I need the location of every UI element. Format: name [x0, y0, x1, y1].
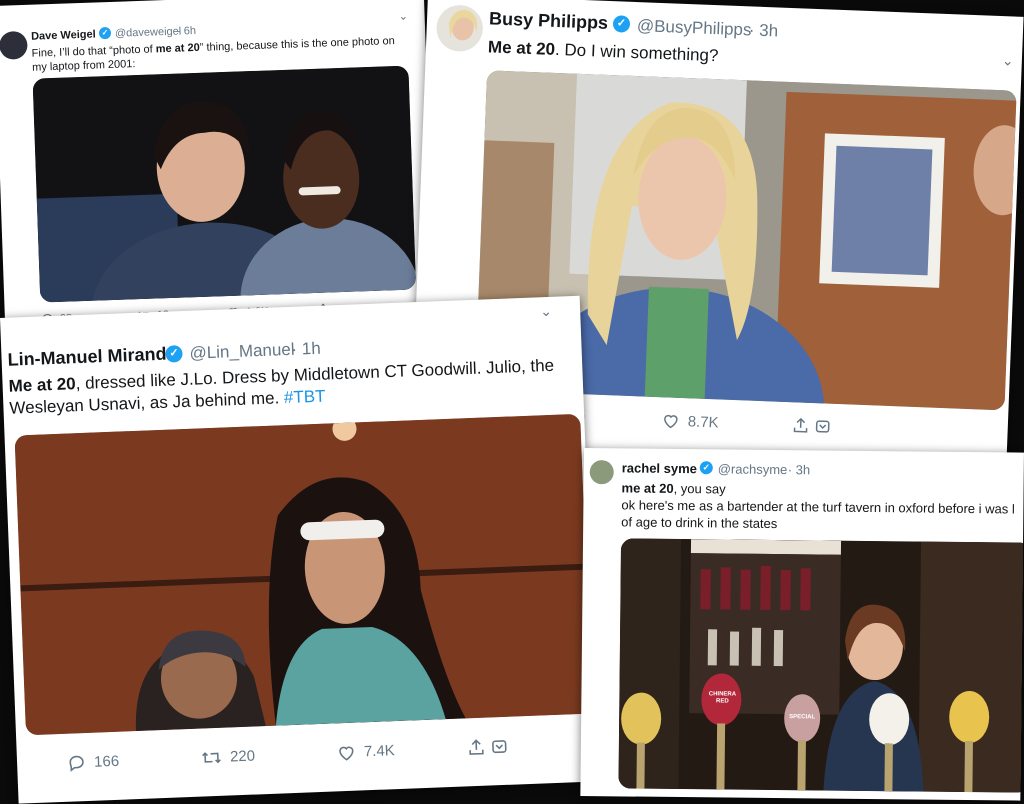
photo-two-friends [32, 65, 417, 303]
save-icon [815, 420, 830, 433]
verified-icon: ✓ [165, 345, 183, 363]
tap-label-chimera-red: CHINERA RED [708, 691, 737, 705]
retweet-count: 220 [229, 747, 256, 766]
chevron-down-icon[interactable]: ⌄ [398, 10, 408, 23]
author-name[interactable]: Lin-Manuel Miranda [7, 343, 177, 370]
tweet-photo[interactable] [14, 413, 592, 736]
avatar-photo [435, 4, 484, 53]
author-name[interactable]: rachel syme [622, 460, 697, 476]
photo-bartender-at-pub [618, 538, 1024, 793]
reply-button[interactable]: 166 [67, 752, 120, 773]
retweet-button[interactable]: 220 [201, 747, 256, 768]
share-button[interactable] [466, 737, 509, 758]
like-icon [339, 746, 354, 761]
tweet-photo[interactable]: CHINERA RED SPECIAL [618, 538, 1024, 793]
like-icon [664, 414, 678, 429]
save-icon [492, 740, 507, 754]
tap-label-special: SPECIAL [789, 714, 816, 721]
tweet-actions: 130 8.7K [531, 406, 992, 446]
author-handle[interactable]: @BusyPhilipps [637, 16, 752, 40]
retweet-icon [202, 752, 221, 764]
verified-icon: ✓ [699, 461, 713, 475]
reply-count: 166 [93, 752, 120, 771]
share-icon [469, 739, 484, 755]
tweet-time[interactable]: · 1h [291, 339, 321, 360]
verified-icon: ✓ [98, 26, 112, 40]
author-handle[interactable]: @rachsyme [718, 461, 788, 477]
tweet-text: Me at 20. Do I win something? [487, 37, 719, 66]
author-handle[interactable]: @Lin_Manuel [189, 340, 295, 364]
like-count: 8.7K [687, 412, 719, 431]
like-button[interactable]: 8.7K [661, 411, 719, 431]
avatar[interactable] [589, 460, 614, 485]
tweet-card-weigel[interactable]: Dave Weigel ✓ @daveweigel · 6h ⌄ Fine, I… [0, 0, 436, 336]
like-button[interactable]: 7.4K [337, 741, 396, 762]
chevron-down-icon[interactable]: ⌄ [540, 303, 552, 320]
avatar[interactable] [0, 30, 28, 60]
tweet-time[interactable]: · 3h [748, 20, 778, 41]
author-handle[interactable]: @daveweigel [115, 25, 182, 39]
avatar[interactable] [435, 4, 484, 53]
author-name[interactable]: Dave Weigel [31, 28, 96, 42]
tweet-actions: 166 220 7.4K [67, 735, 567, 776]
tweet-card-syme[interactable]: rachel syme ✓ @rachsyme · 3h me at 20, y… [580, 448, 1024, 801]
tweet-card-miranda[interactable]: Lin-Manuel Miranda ✓ @Lin_Manuel · 1h ⌄ … [0, 295, 599, 804]
share-button[interactable] [791, 416, 832, 436]
like-count: 7.4K [363, 742, 396, 761]
reply-icon [69, 755, 84, 772]
share-icon [793, 417, 808, 433]
author-name[interactable]: Busy Philipps [489, 8, 609, 34]
hashtag-link[interactable]: #TBT [284, 387, 326, 408]
tweet-text: me at 20, you say ok here's me as a bart… [621, 480, 1015, 531]
verified-icon: ✓ [612, 15, 631, 33]
tweet-time[interactable]: · 6h [177, 25, 196, 38]
tweet-time[interactable]: · 3h [788, 462, 811, 477]
tweet-photo[interactable] [32, 65, 417, 303]
photo-dressed-like-jlo [14, 413, 592, 736]
